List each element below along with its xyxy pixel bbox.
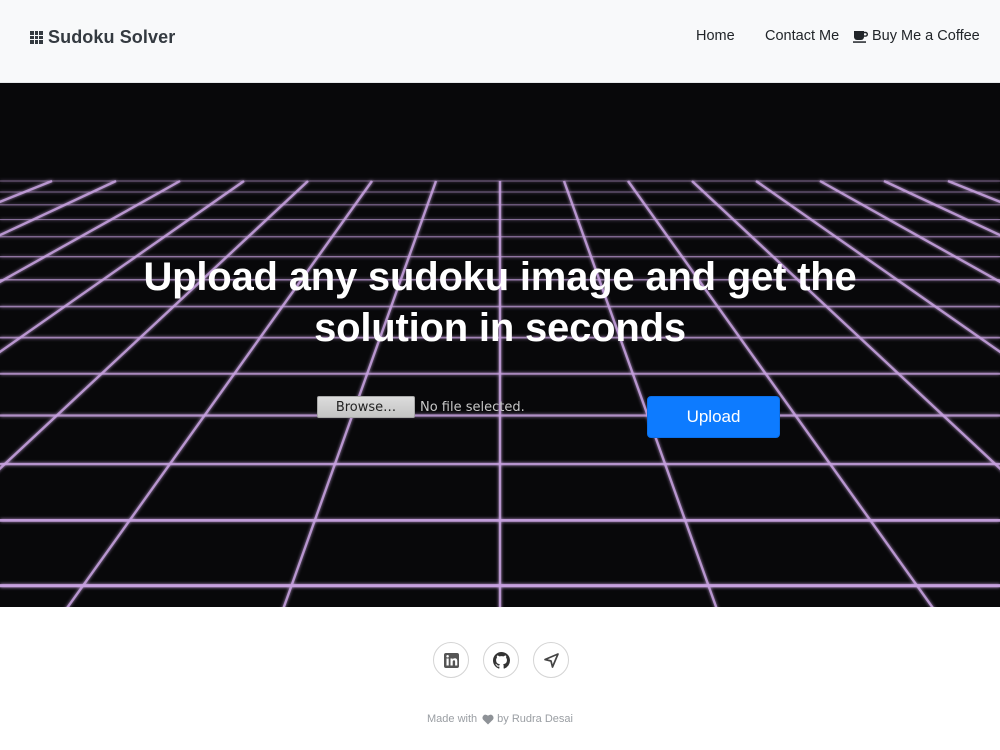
brand-title: Sudoku Solver (48, 26, 176, 47)
linkedin-link[interactable] (433, 642, 469, 678)
grid-icon (30, 30, 43, 44)
linkedin-icon (443, 652, 459, 668)
grid-lines (0, 179, 1000, 607)
grid-vertical-line (0, 179, 117, 237)
nav-coffee-link[interactable]: Buy Me a Coffee (853, 28, 980, 44)
grid-vertical-line (883, 179, 1000, 237)
location-arrow-icon (543, 652, 559, 668)
nav-home-link[interactable]: Home (696, 28, 735, 44)
browse-button[interactable]: Browse… (317, 396, 415, 418)
footer-credit: Made with by Rudra Desai (0, 713, 1000, 725)
grid-vertical-line (282, 180, 438, 607)
credit-author: by Rudra Desai (497, 713, 573, 725)
grid-vertical-line (0, 179, 53, 204)
brand-link[interactable]: Sudoku Solver (30, 26, 175, 48)
upload-button[interactable]: Upload (647, 396, 780, 438)
hero-section: Upload any sudoku image and get the solu… (0, 83, 1000, 607)
grid-vertical-line (627, 180, 934, 607)
nav-contact-link[interactable]: Contact Me (765, 28, 839, 44)
github-icon (492, 651, 510, 669)
grid-vertical-line (0, 180, 245, 354)
coffee-icon (853, 30, 868, 43)
navbar: Sudoku Solver Home Contact Me Buy Me a C… (0, 0, 1000, 83)
nav-coffee-label: Buy Me a Coffee (872, 28, 980, 44)
footer: Made with by Rudra Desai (0, 607, 1000, 750)
file-input[interactable]: Browse… No file selected. (317, 396, 525, 418)
location-link[interactable] (533, 642, 569, 678)
grid-vertical-line (562, 180, 718, 607)
grid-vertical-line (755, 180, 1000, 354)
hero-title-line-1: Upload any sudoku image and get the (143, 255, 857, 299)
github-link[interactable] (483, 642, 519, 678)
file-status-text: No file selected. (420, 399, 525, 415)
credit-prefix: Made with (427, 713, 478, 725)
grid-vertical-line (947, 179, 1000, 204)
heart-icon (482, 714, 494, 724)
hero-title: Upload any sudoku image and get the solu… (100, 252, 900, 354)
hero-title-line-2: solution in seconds (314, 306, 686, 350)
grid-vertical-line (66, 180, 373, 607)
